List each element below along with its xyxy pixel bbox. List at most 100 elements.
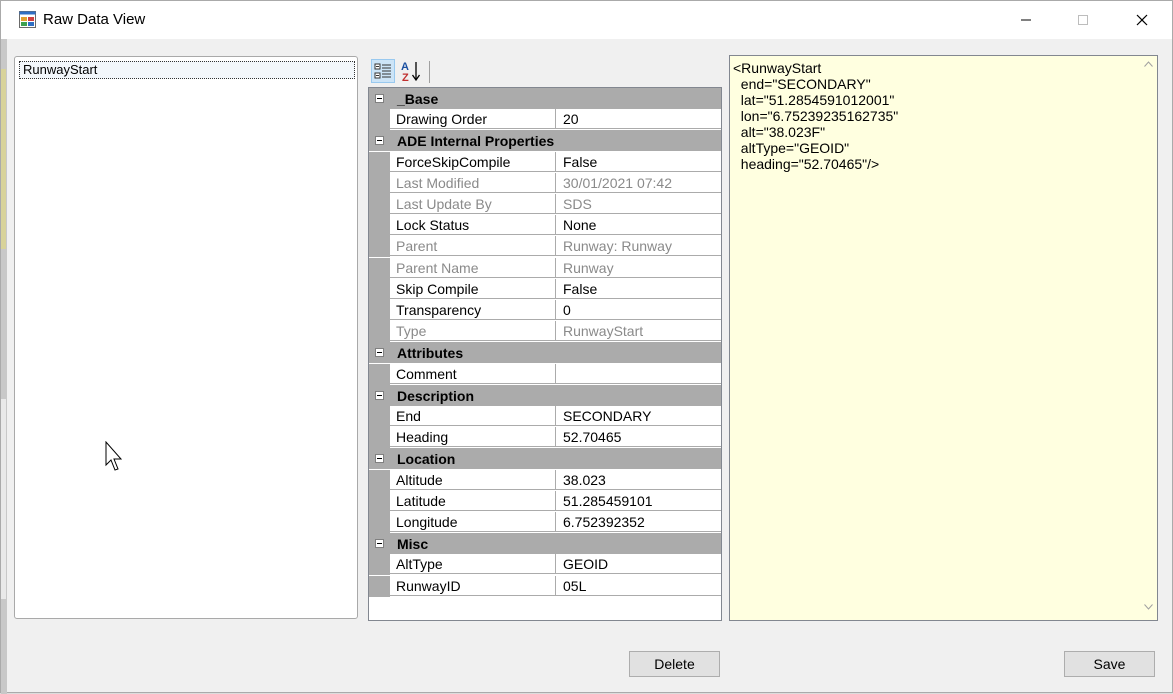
collapse-icon[interactable] [375, 454, 384, 463]
property-name[interactable]: Lock Status [390, 215, 556, 235]
property-value[interactable]: 0 [556, 300, 721, 320]
property-name[interactable]: Heading [390, 427, 556, 447]
property-name[interactable]: AltType [390, 554, 556, 574]
category-row[interactable]: Location [369, 448, 721, 469]
property-value[interactable]: None [556, 215, 721, 235]
property-row[interactable]: Longitude 6.752392352 [369, 512, 721, 533]
category-label: Location [397, 451, 456, 467]
property-value[interactable]: 51.285459101 [556, 491, 721, 511]
alphabetical-button[interactable]: A Z [399, 59, 423, 84]
save-button[interactable]: Save [1064, 651, 1155, 677]
property-row[interactable]: Heading 52.70465 [369, 427, 721, 448]
property-name[interactable]: Type [390, 321, 556, 341]
vertical-scrollbar[interactable] [1140, 56, 1157, 620]
property-row[interactable]: End SECONDARY [369, 406, 721, 427]
property-name[interactable]: Parent [390, 236, 556, 256]
category-row[interactable]: Description [369, 385, 721, 406]
property-name[interactable]: RunwayID [390, 576, 556, 596]
minimize-button[interactable] [1003, 1, 1049, 39]
mouse-cursor-icon [105, 441, 123, 471]
raw-data-view-window: Raw Data View RunwayStart A Z _Base Draw… [0, 0, 1173, 694]
property-grid[interactable]: _Base Drawing Order 20 ADE Internal Propert… [368, 87, 722, 621]
row-gutter [369, 576, 390, 597]
property-value[interactable] [556, 364, 721, 384]
collapse-icon[interactable] [375, 94, 384, 103]
collapse-icon[interactable] [375, 136, 384, 145]
property-row[interactable]: Last Update By SDS [369, 194, 721, 215]
property-row[interactable]: Drawing Order 20 [369, 109, 721, 130]
row-gutter [369, 321, 390, 342]
row-gutter [369, 470, 390, 491]
row-gutter [369, 236, 390, 257]
property-row[interactable]: Transparency 0 [369, 300, 721, 321]
property-value[interactable]: 38.023 [556, 470, 721, 490]
property-row[interactable]: AltType GEOID [369, 554, 721, 575]
category-label: _Base [397, 91, 439, 107]
close-icon [1136, 14, 1148, 26]
property-value[interactable]: RunwayStart [556, 321, 721, 341]
property-value[interactable]: False [556, 152, 721, 172]
property-row[interactable]: Altitude 38.023 [369, 470, 721, 491]
property-value[interactable]: GEOID [556, 554, 721, 574]
collapse-icon[interactable] [375, 391, 384, 400]
property-name[interactable]: End [390, 406, 556, 426]
property-name[interactable]: Transparency [390, 300, 556, 320]
category-label: Attributes [397, 345, 464, 361]
categorized-icon [374, 63, 391, 79]
row-gutter [369, 215, 390, 236]
property-name[interactable]: Last Modified [390, 173, 556, 193]
xml-text-area[interactable]: <RunwayStart end="SECONDARY" lat="51.285… [729, 55, 1158, 621]
property-value[interactable]: SECONDARY [556, 406, 721, 426]
property-name[interactable]: Comment [390, 364, 556, 384]
row-gutter [369, 512, 390, 533]
property-value[interactable]: 05L [556, 576, 721, 596]
property-row[interactable]: Last Modified 30/01/2021 07:42 [369, 173, 721, 194]
toolbar-separator [429, 61, 430, 83]
property-value[interactable]: 30/01/2021 07:42 [556, 173, 721, 193]
property-name[interactable]: Latitude [390, 491, 556, 511]
property-name[interactable]: Longitude [390, 512, 556, 532]
property-value[interactable]: SDS [556, 194, 721, 214]
category-row[interactable]: ADE Internal Properties [369, 130, 721, 151]
object-list[interactable]: RunwayStart [14, 56, 358, 619]
property-value[interactable]: Runway: Runway [556, 236, 721, 256]
category-label: ADE Internal Properties [397, 133, 555, 149]
property-name[interactable]: Parent Name [390, 258, 556, 278]
svg-text:Z: Z [402, 72, 409, 83]
property-row[interactable]: RunwayID 05L [369, 576, 721, 597]
property-row[interactable]: Parent Name Runway [369, 258, 721, 279]
row-gutter [369, 109, 390, 130]
row-gutter [369, 258, 390, 279]
property-row[interactable]: Skip Compile False [369, 279, 721, 300]
property-name[interactable]: Last Update By [390, 194, 556, 214]
collapse-icon[interactable] [375, 539, 384, 548]
maximize-button[interactable] [1060, 1, 1106, 39]
property-name[interactable]: Drawing Order [390, 109, 556, 129]
property-value[interactable]: Runway [556, 258, 721, 278]
list-item[interactable]: RunwayStart [19, 61, 355, 79]
category-label: Misc [397, 536, 429, 552]
category-row[interactable]: Misc [369, 533, 721, 554]
scroll-up-icon[interactable] [1144, 61, 1153, 67]
close-button[interactable] [1119, 1, 1165, 39]
property-value[interactable]: 52.70465 [556, 427, 721, 447]
maximize-icon [1078, 15, 1088, 25]
property-row[interactable]: Latitude 51.285459101 [369, 491, 721, 512]
property-value[interactable]: False [556, 279, 721, 299]
property-value[interactable]: 20 [556, 109, 721, 129]
delete-button[interactable]: Delete [629, 651, 720, 677]
collapse-icon[interactable] [375, 348, 384, 357]
category-row[interactable]: Attributes [369, 342, 721, 363]
property-value[interactable]: 6.752392352 [556, 512, 721, 532]
categorized-button[interactable] [371, 59, 395, 83]
property-row[interactable]: ForceSkipCompile False [369, 152, 721, 173]
property-row[interactable]: Type RunwayStart [369, 321, 721, 342]
property-row[interactable]: Parent Runway: Runway [369, 236, 721, 257]
property-name[interactable]: Altitude [390, 470, 556, 490]
property-row[interactable]: Lock Status None [369, 215, 721, 236]
scroll-down-icon[interactable] [1144, 604, 1153, 610]
property-name[interactable]: ForceSkipCompile [390, 152, 556, 172]
category-row[interactable]: _Base [369, 88, 721, 109]
property-name[interactable]: Skip Compile [390, 279, 556, 299]
property-row[interactable]: Comment [369, 364, 721, 385]
